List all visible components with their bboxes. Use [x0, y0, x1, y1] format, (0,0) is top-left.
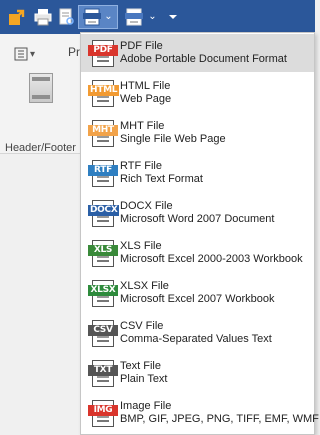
menu-item-subtitle: Adobe Portable Document Format [120, 53, 287, 65]
menu-item-xlsx[interactable]: XLSX XLSX File Microsoft Excel 2007 Work… [81, 274, 314, 312]
header-footer-label[interactable]: Header/Footer [5, 142, 76, 154]
chevron-down-icon: ▾ [30, 48, 36, 60]
menu-item-title: HTML File [120, 80, 171, 92]
menu-item-subtitle: BMP, GIF, JPEG, PNG, TIFF, EMF, WMF [120, 413, 319, 425]
menu-item-rtf[interactable]: RTF RTF File Rich Text Format [81, 154, 314, 192]
docx-file-icon: DOCX [88, 198, 120, 228]
export-arrow-icon [9, 9, 25, 25]
print-preview-icon [59, 8, 74, 25]
rtf-file-icon: RTF [88, 158, 118, 188]
text-file-icon: TXT [88, 358, 118, 388]
export-format-menu: PDF PDF File Adobe Portable Document For… [80, 32, 319, 435]
xlsx-file-icon: XLSX [88, 278, 118, 308]
document-list-icon [14, 47, 28, 61]
print-preview-button[interactable] [57, 5, 77, 29]
mht-file-icon: MHT [88, 118, 118, 148]
html-file-icon: HTML [88, 78, 120, 108]
quick-access-toolbar: ⌄ ⌄ [0, 0, 315, 34]
menu-item-subtitle: Rich Text Format [120, 173, 203, 185]
customize-toolbar-button[interactable] [166, 5, 180, 29]
menu-item-subtitle: Single File Web Page [120, 133, 226, 145]
csv-file-icon: CSV [88, 318, 118, 348]
menu-item-subtitle: Web Page [120, 93, 172, 105]
xls-file-icon: XLS [88, 238, 118, 268]
menu-item-title: XLSX File [120, 280, 169, 292]
menu-item-subtitle: Microsoft Excel 2007 Workbook [120, 293, 275, 305]
image-file-icon: IMG [88, 398, 118, 428]
menu-item-pdf[interactable]: PDF PDF File Adobe Portable Document For… [81, 34, 314, 72]
menu-item-title: Text File [120, 360, 161, 372]
menu-item-mht[interactable]: MHT MHT File Single File Web Page [81, 114, 314, 152]
send-document-button[interactable]: ⌄ [122, 5, 160, 29]
menu-item-title: DOCX File [120, 200, 173, 212]
chevron-down-icon: ⌄ [148, 11, 157, 22]
export-document-icon [83, 8, 102, 26]
menu-item-subtitle: Microsoft Word 2007 Document [120, 213, 275, 225]
menu-item-subtitle: Plain Text [120, 373, 168, 385]
chevron-down-icon: ⌄ [104, 11, 113, 22]
ribbon-panel: ▾ Pr Header/Footer [0, 34, 80, 154]
menu-item-title: XLS File [120, 240, 162, 252]
customize-toolbar-icon [169, 15, 177, 19]
menu-item-title: PDF File [120, 40, 163, 52]
print-icon [34, 9, 52, 26]
pdf-file-icon: PDF [88, 38, 118, 68]
menu-item-image[interactable]: IMG Image File BMP, GIF, JPEG, PNG, TIFF… [81, 394, 319, 432]
print-button[interactable] [32, 5, 54, 29]
menu-item-subtitle: Microsoft Excel 2000-2003 Workbook [120, 253, 303, 265]
menu-item-csv[interactable]: CSV CSV File Comma-Separated Values Text [81, 314, 314, 352]
ribbon-tab-menu[interactable]: ▾ [14, 44, 35, 64]
menu-item-title: Image File [120, 400, 172, 412]
menu-item-title: CSV File [120, 320, 164, 332]
menu-item-subtitle: Comma-Separated Values Text [120, 333, 272, 345]
send-document-icon [125, 8, 144, 26]
menu-item-title: RTF File [120, 160, 162, 172]
export-document-button[interactable]: ⌄ [78, 5, 118, 29]
ribbon-tab-label[interactable]: Pr [68, 45, 80, 59]
menu-item-txt[interactable]: TXT Text File Plain Text [81, 354, 314, 392]
menu-item-xls[interactable]: XLS XLS File Microsoft Excel 2000-2003 W… [81, 234, 314, 272]
export-arrow-button[interactable] [6, 5, 28, 29]
menu-item-title: MHT File [120, 120, 165, 132]
header-footer-icon[interactable] [29, 73, 53, 103]
menu-item-docx[interactable]: DOCX DOCX File Microsoft Word 2007 Docum… [81, 194, 314, 232]
menu-item-html[interactable]: HTML HTML File Web Page [81, 74, 314, 112]
